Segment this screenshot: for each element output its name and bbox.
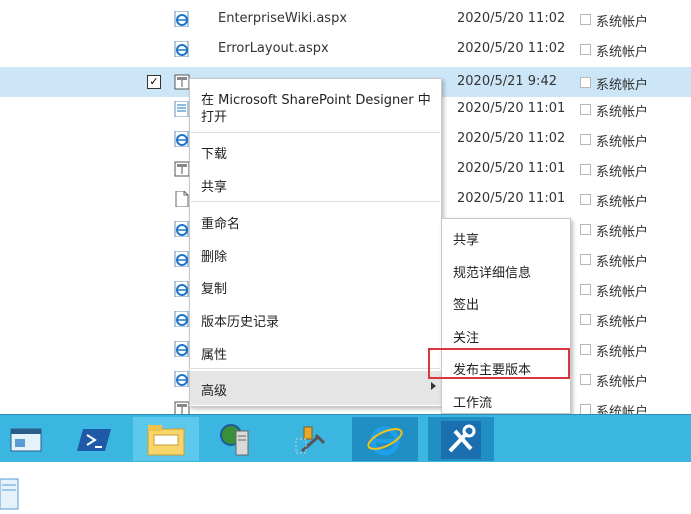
ie-file-icon [174,40,190,58]
menu-item-label: 复制 [201,282,228,297]
menu-item-open-in-sharepoint-designer[interactable]: 在 Microsoft SharePoint Designer 中 打开 [190,79,441,131]
menu-item-rename[interactable]: 重命名 [190,205,441,235]
user-presence-icon [580,44,591,55]
ie-file-icon [174,340,190,358]
file-modified-by[interactable]: 系统帐户 [596,131,648,150]
menu-item-label: 共享 [453,233,480,248]
user-presence-icon [580,194,591,205]
submenu-item-compliance-details[interactable]: 规范详细信息 [442,254,570,284]
file-modified: 2020/5/20 11:02 [457,11,566,26]
highlight-annotation [428,348,570,379]
ie-file-icon [174,220,190,238]
file-modified-by[interactable]: 系统帐户 [596,311,648,330]
context-menu: 在 Microsoft SharePoint Designer 中 打开 下载 … [189,78,442,407]
file-modified-by[interactable]: 系统帐户 [596,161,648,180]
menu-item-label: 签出 [453,298,480,313]
advanced-submenu: 共享 规范详细信息 签出 关注 发布主要版本 工作流 [441,218,571,414]
ie-file-icon [174,130,190,148]
file-name[interactable]: EnterpriseWiki.aspx [218,11,347,26]
user-presence-icon [580,374,591,385]
tools-icon[interactable] [279,417,345,461]
desktop-area [0,462,691,514]
user-presence-icon [580,284,591,295]
chevron-right-icon [431,382,436,390]
menu-item-label: 工作流 [453,396,493,411]
file-modified: 2020/5/21 9:42 [457,74,557,89]
file-modified: 2020/5/20 11:01 [457,161,566,176]
menu-item-download[interactable]: 下载 [190,135,441,165]
file-modified-by[interactable]: 系统帐户 [596,11,648,30]
list-item[interactable]: ErrorLayout.aspx 2020/5/20 11:02 系统帐户 [0,34,691,64]
submenu-item-follow[interactable]: 关注 [442,319,570,349]
network-server-icon[interactable] [205,417,271,461]
desktop-app-icon[interactable] [0,477,20,511]
powershell-icon[interactable] [62,417,128,461]
menu-divider [191,368,440,369]
menu-item-label: 版本历史记录 [201,315,280,330]
user-presence-icon [580,314,591,325]
file-modified-by[interactable]: 系统帐户 [596,101,648,120]
list-item[interactable]: EnterpriseWiki.aspx 2020/5/20 11:02 系统帐户 [0,4,691,34]
user-presence-icon [580,104,591,115]
file-modified: 2020/5/20 11:01 [457,101,566,116]
file-modified-by[interactable]: 系统帐户 [596,74,648,93]
menu-item-copy[interactable]: 复制 [190,270,441,300]
file-modified-by[interactable]: 系统帐户 [596,281,648,300]
file-explorer-icon[interactable] [133,417,199,461]
blank-file-icon [174,190,190,208]
menu-item-properties[interactable]: 属性 [190,336,441,366]
user-presence-icon [580,134,591,145]
menu-item-label: 在 Microsoft SharePoint Designer 中 [201,93,431,108]
menu-item-label: 关注 [453,331,480,346]
file-modified-by[interactable]: 系统帐户 [596,251,648,270]
taskbar [0,414,691,463]
menu-item-delete[interactable]: 删除 [190,238,441,268]
server-manager-icon[interactable] [0,417,60,461]
submenu-item-workflow[interactable]: 工作流 [442,384,570,414]
menu-divider [191,201,440,202]
menu-item-advanced[interactable]: 高级 [190,371,441,405]
submenu-item-check-out[interactable]: 签出 [442,286,570,316]
menu-item-label: 规范详细信息 [453,266,532,281]
user-presence-icon [580,14,591,25]
file-modified-by[interactable]: 系统帐户 [596,41,648,60]
admin-tools-icon[interactable] [428,417,494,461]
file-modified-by[interactable]: 系统帐户 [596,221,648,240]
user-presence-icon [580,164,591,175]
menu-item-label: 删除 [201,250,228,265]
menu-item-label: 重命名 [201,217,241,232]
row-checkbox[interactable]: ✓ [147,75,161,89]
file-modified-by[interactable]: 系统帐户 [596,371,648,390]
internet-explorer-icon[interactable] [352,417,418,461]
menu-item-label: 高级 [201,384,228,399]
submenu-item-share[interactable]: 共享 [442,221,570,251]
menu-item-label: 下载 [201,147,228,162]
user-presence-icon [580,254,591,265]
file-modified: 2020/5/20 11:01 [457,191,566,206]
file-modified-by[interactable]: 系统帐户 [596,341,648,360]
file-modified: 2020/5/20 11:02 [457,41,566,56]
menu-item-label: 共享 [201,180,228,195]
page-file-icon [174,100,190,118]
menu-divider [191,132,440,133]
menu-item-label: 打开 [201,110,228,125]
file-modified: 2020/5/20 11:02 [457,131,566,146]
user-presence-icon [580,77,591,88]
ie-file-icon [174,250,190,268]
user-presence-icon [580,224,591,235]
template-file-icon [174,161,190,177]
ie-file-icon [174,10,190,28]
ie-file-icon [174,370,190,388]
user-presence-icon [580,344,591,355]
ie-file-icon [174,310,190,328]
menu-item-version-history[interactable]: 版本历史记录 [190,303,441,333]
template-file-icon [174,74,190,90]
ie-file-icon [174,280,190,298]
menu-item-share[interactable]: 共享 [190,168,441,198]
menu-item-label: 属性 [201,348,228,363]
file-modified-by[interactable]: 系统帐户 [596,191,648,210]
file-name[interactable]: ErrorLayout.aspx [218,41,329,56]
